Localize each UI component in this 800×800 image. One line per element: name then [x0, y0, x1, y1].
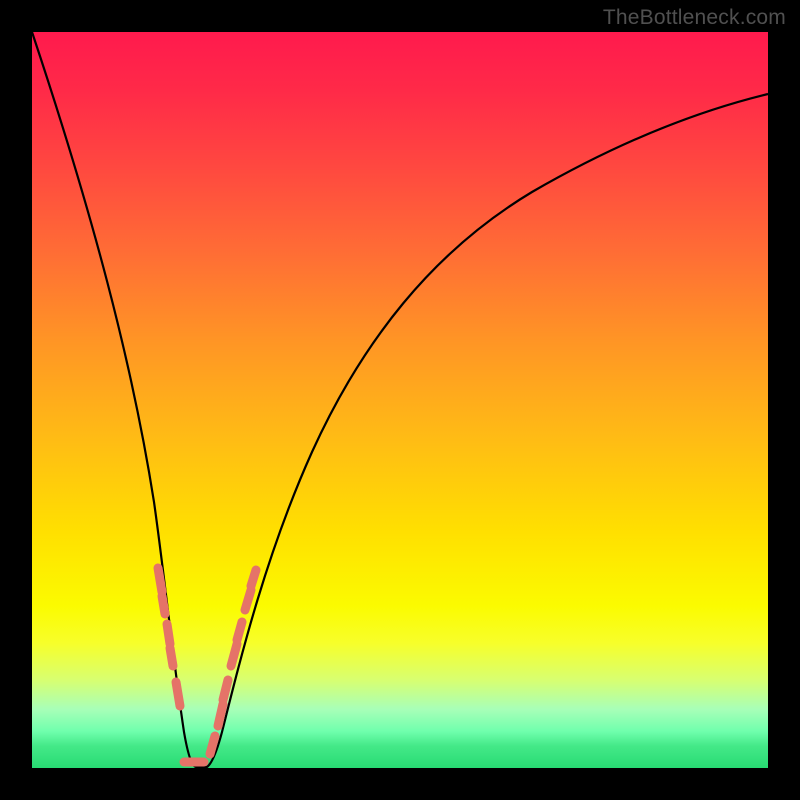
plot-gradient-background: [32, 32, 768, 768]
watermark-text: TheBottleneck.com: [603, 6, 786, 30]
chart-frame: TheBottleneck.com: [0, 0, 800, 800]
